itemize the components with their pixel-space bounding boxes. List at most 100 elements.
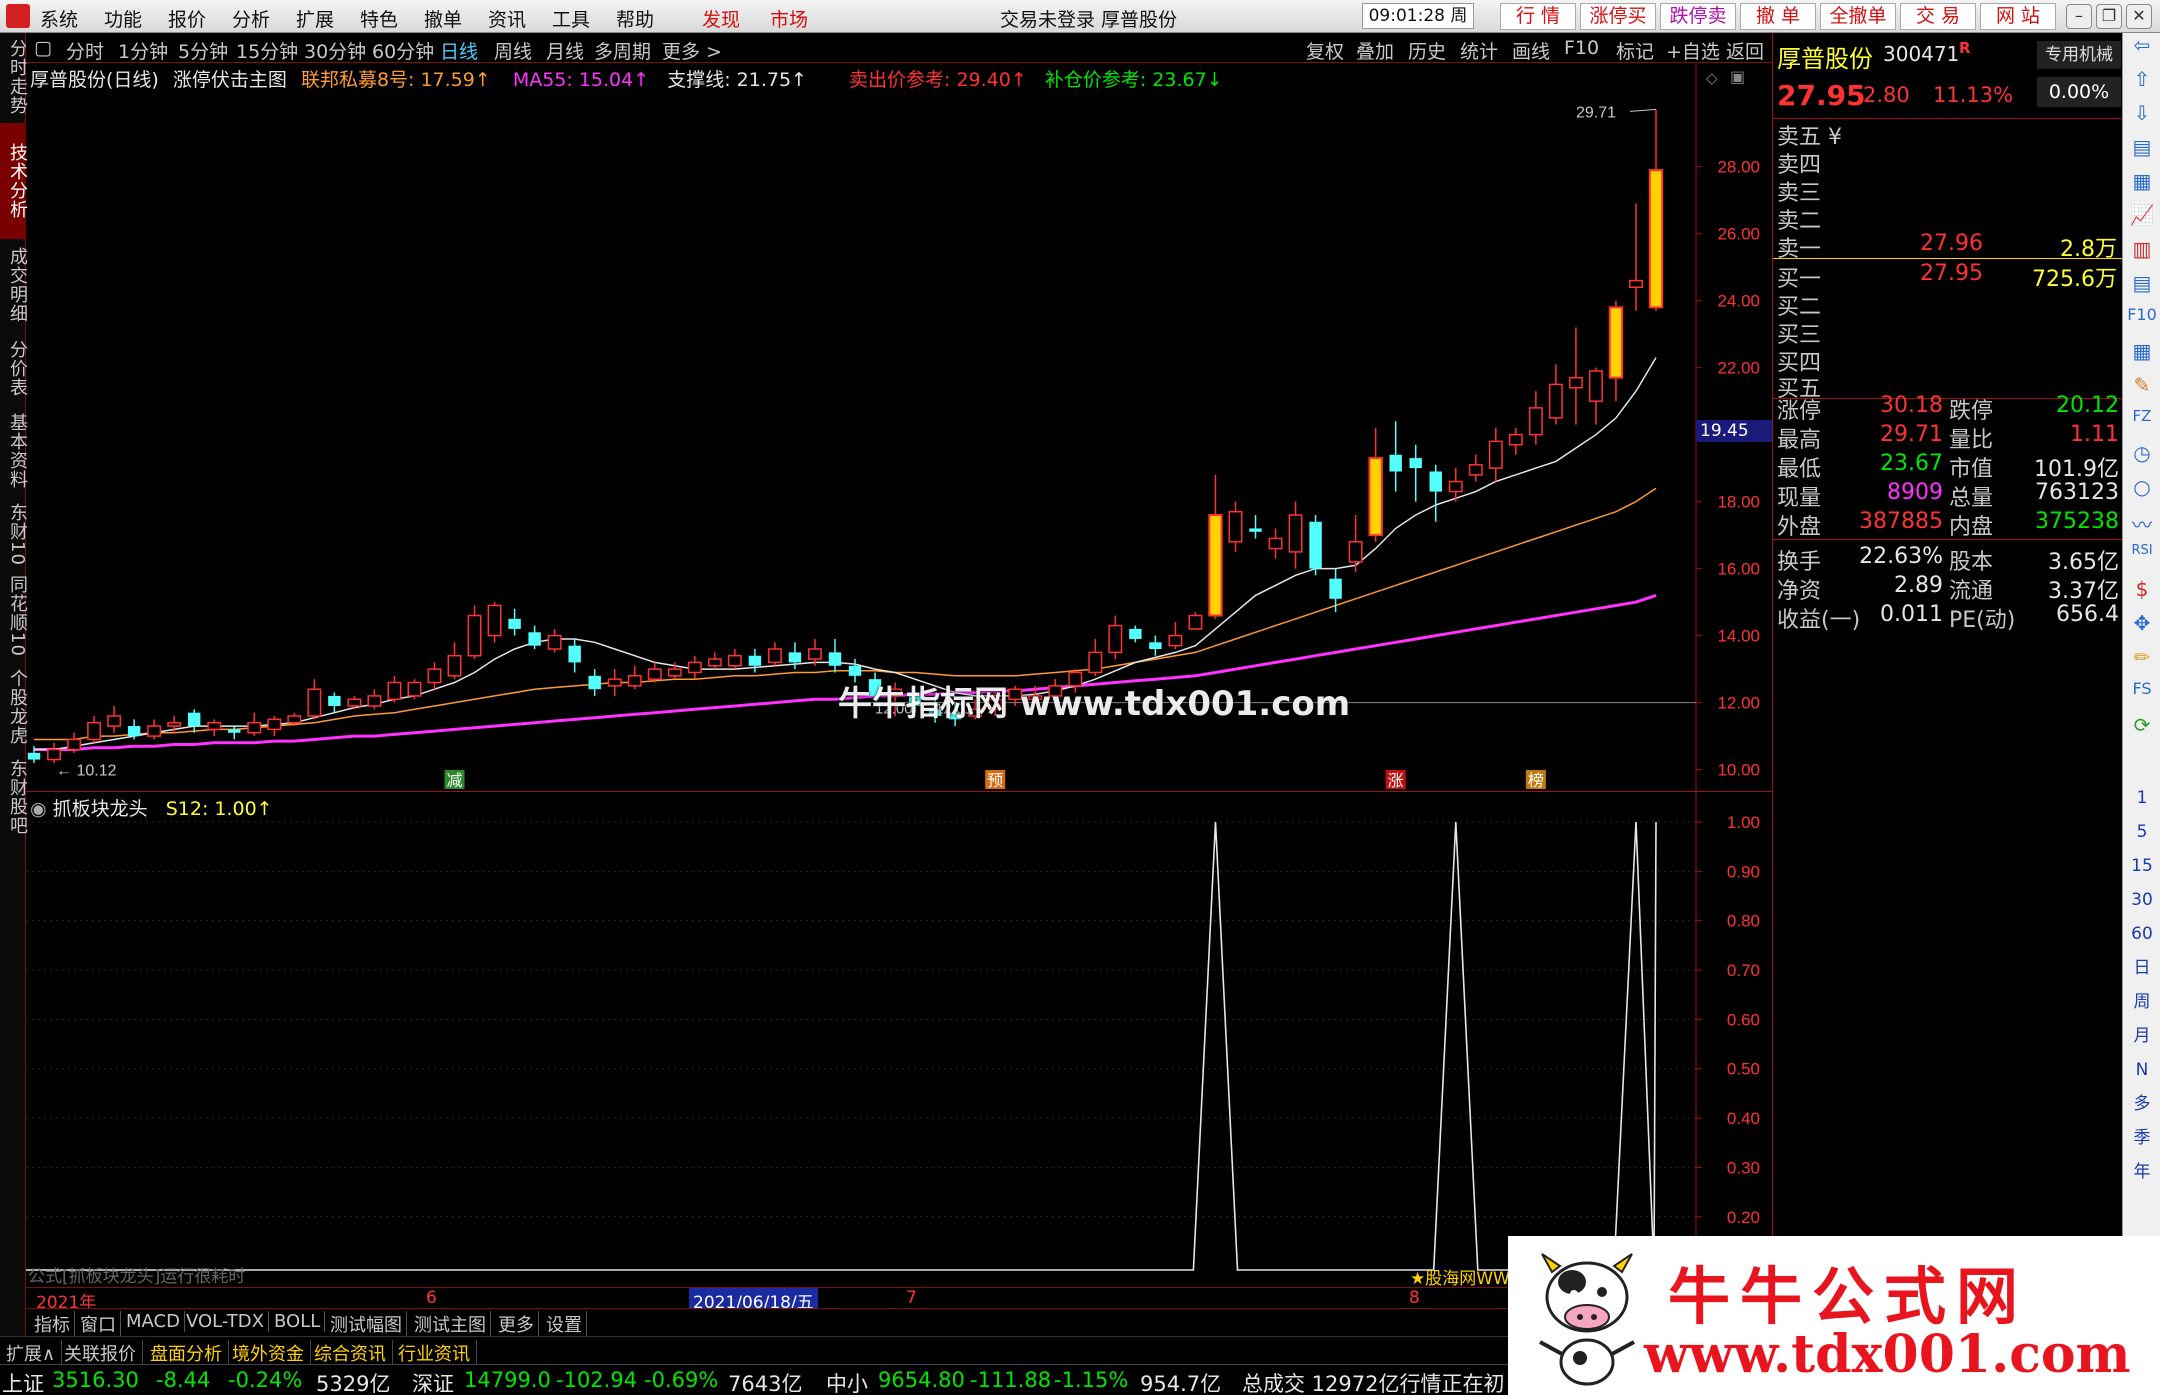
- menu-news[interactable]: 资讯: [488, 5, 526, 32]
- note-icon[interactable]: ✎: [2123, 373, 2160, 407]
- side-period-4[interactable]: 60: [2123, 917, 2160, 951]
- period-daily[interactable]: 日线: [440, 37, 478, 64]
- side-period-2[interactable]: 15: [2123, 849, 2160, 883]
- period-multi[interactable]: 多周期: [594, 37, 651, 64]
- menu-extend[interactable]: 扩展: [296, 5, 334, 32]
- dollar-icon[interactable]: $: [2123, 577, 2160, 611]
- menu-discover[interactable]: 发现: [702, 5, 740, 32]
- tab-price-table[interactable]: 分价表: [0, 333, 28, 403]
- trade-button[interactable]: 交 易: [1900, 3, 1976, 30]
- list-icon[interactable]: ▤: [2123, 271, 2160, 305]
- tab-test-main[interactable]: 测试主图: [410, 1311, 491, 1337]
- ext-board-analysis[interactable]: 盘面分析: [144, 1340, 229, 1366]
- tab-technical[interactable]: 技术分析: [0, 123, 28, 239]
- period-1min[interactable]: 1分钟: [118, 37, 168, 64]
- formula-name[interactable]: 涨停伏击主图: [173, 69, 287, 91]
- wave-icon[interactable]: 〰: [2123, 509, 2160, 543]
- menu-help[interactable]: 帮助: [616, 5, 654, 32]
- menu-cancel-order[interactable]: 撤单: [424, 5, 462, 32]
- industry-badge[interactable]: 专用机械: [2037, 41, 2121, 69]
- rsi-icon[interactable]: RSI: [2123, 543, 2160, 577]
- period-30min[interactable]: 30分钟: [304, 37, 366, 64]
- side-period-8[interactable]: N: [2123, 1053, 2160, 1087]
- fz-icon[interactable]: FZ: [2123, 407, 2160, 441]
- ext-industry-news[interactable]: 行业资讯: [392, 1340, 477, 1366]
- index-sz-name[interactable]: 深证: [412, 1368, 454, 1395]
- report-icon[interactable]: ▤: [2123, 135, 2160, 169]
- tab-eastmoney10[interactable]: 东财10: [0, 499, 28, 569]
- menu-quote[interactable]: 报价: [168, 5, 206, 32]
- side-period-0[interactable]: 1: [2123, 781, 2160, 815]
- tab-ths10[interactable]: 同花顺10: [0, 573, 28, 659]
- limit-down-sell-button[interactable]: 跌停卖: [1660, 3, 1736, 30]
- tab-dragon-tiger[interactable]: 个股龙虎: [0, 665, 28, 749]
- btn-history[interactable]: 历史: [1408, 37, 1446, 64]
- menu-analysis[interactable]: 分析: [232, 5, 270, 32]
- tab-trade-detail[interactable]: 成交明细: [0, 243, 28, 327]
- tab-macd[interactable]: MACD: [122, 1311, 185, 1332]
- ask-1[interactable]: 卖一 27.96 2.8万: [1773, 231, 2123, 262]
- indicator-chart[interactable]: 1.00 0.90 0.80 0.70 0.60 0.50 0.40 0.30 0.20 ◉ 抓…: [26, 792, 1772, 1289]
- btn-overlay[interactable]: 叠加: [1356, 37, 1394, 64]
- ext-toggle[interactable]: 扩展∧: [0, 1340, 63, 1366]
- menu-tools[interactable]: 工具: [552, 5, 590, 32]
- period-5min[interactable]: 5分钟: [178, 37, 228, 64]
- minimize-icon[interactable]: –: [2066, 4, 2092, 29]
- tab-vol-tdx[interactable]: VOL-TDX: [182, 1311, 269, 1332]
- period-weekly[interactable]: 周线: [494, 37, 532, 64]
- period-more[interactable]: 更多 >: [662, 37, 722, 64]
- menu-function[interactable]: 功能: [104, 5, 142, 32]
- grid-icon[interactable]: ▦: [2123, 169, 2160, 203]
- menu-feature[interactable]: 特色: [360, 5, 398, 32]
- btn-stats[interactable]: 统计: [1460, 37, 1498, 64]
- btn-mark[interactable]: 标记: [1616, 37, 1654, 64]
- limit-up-buy-button[interactable]: 涨停买: [1580, 3, 1656, 30]
- ext-related-quote[interactable]: 关联报价: [58, 1340, 143, 1366]
- side-period-1[interactable]: 5: [2123, 815, 2160, 849]
- close-icon[interactable]: ✕: [2126, 4, 2152, 29]
- side-period-5[interactable]: 日: [2123, 951, 2160, 985]
- index-sh-name[interactable]: 上证: [2, 1368, 44, 1395]
- restore-icon[interactable]: ❐: [2096, 4, 2122, 29]
- btn-draw[interactable]: 画线: [1512, 37, 1550, 64]
- line-chart-icon[interactable]: 📈: [2123, 203, 2160, 237]
- pen-icon[interactable]: ✏: [2123, 645, 2160, 679]
- period-60min[interactable]: 60分钟: [372, 37, 434, 64]
- period-15min[interactable]: 15分钟: [236, 37, 298, 64]
- website-button[interactable]: 网 站: [1980, 3, 2056, 30]
- tab-settings[interactable]: 设置: [542, 1311, 587, 1337]
- tab-test-sub[interactable]: 测试幅图: [326, 1311, 407, 1337]
- side-period-9[interactable]: 多: [2123, 1087, 2160, 1121]
- tab-more[interactable]: 更多: [494, 1311, 539, 1337]
- clock-icon[interactable]: ◷: [2123, 441, 2160, 475]
- btn-f10[interactable]: F10: [1564, 37, 1599, 59]
- tab-guba[interactable]: 东财股吧: [0, 755, 28, 839]
- circle-icon[interactable]: ○: [2123, 475, 2160, 509]
- side-period-7[interactable]: 月: [2123, 1019, 2160, 1053]
- btn-adjust[interactable]: 复权: [1306, 37, 1344, 64]
- index-zx-name[interactable]: 中小: [826, 1368, 868, 1395]
- menu-system[interactable]: 系统: [40, 5, 78, 32]
- tab-window[interactable]: 窗口: [76, 1311, 121, 1337]
- tab-fundamentals[interactable]: 基本资料: [0, 409, 28, 493]
- panel-toggle-icon[interactable]: ▣: [1730, 67, 1745, 86]
- bid-1[interactable]: 买一 27.95 725.6万: [1773, 261, 2123, 292]
- table-icon[interactable]: ▦: [2123, 339, 2160, 373]
- side-period-10[interactable]: 季: [2123, 1121, 2160, 1155]
- side-period-6[interactable]: 周: [2123, 985, 2160, 1019]
- refresh-icon[interactable]: ⟳: [2123, 713, 2160, 747]
- toggle-icon[interactable]: ▢: [34, 37, 52, 59]
- cancel-order-button[interactable]: 撤 单: [1740, 3, 1816, 30]
- move-icon[interactable]: ✥: [2123, 611, 2160, 645]
- btn-back[interactable]: 返回: [1726, 37, 1764, 64]
- down-icon[interactable]: ⇩: [2123, 101, 2160, 135]
- indicator-name[interactable]: 抓板块龙头: [53, 798, 148, 820]
- diamond-icon[interactable]: ◇: [1706, 69, 1718, 87]
- tab-boll[interactable]: BOLL: [270, 1311, 326, 1332]
- back-icon[interactable]: ⇦: [2123, 33, 2160, 67]
- up-icon[interactable]: ⇧: [2123, 67, 2160, 101]
- period-monthly[interactable]: 月线: [546, 37, 584, 64]
- market-button[interactable]: 行 情: [1500, 3, 1576, 30]
- f10-icon[interactable]: F10: [2123, 305, 2160, 339]
- candle-icon[interactable]: ▥: [2123, 237, 2160, 271]
